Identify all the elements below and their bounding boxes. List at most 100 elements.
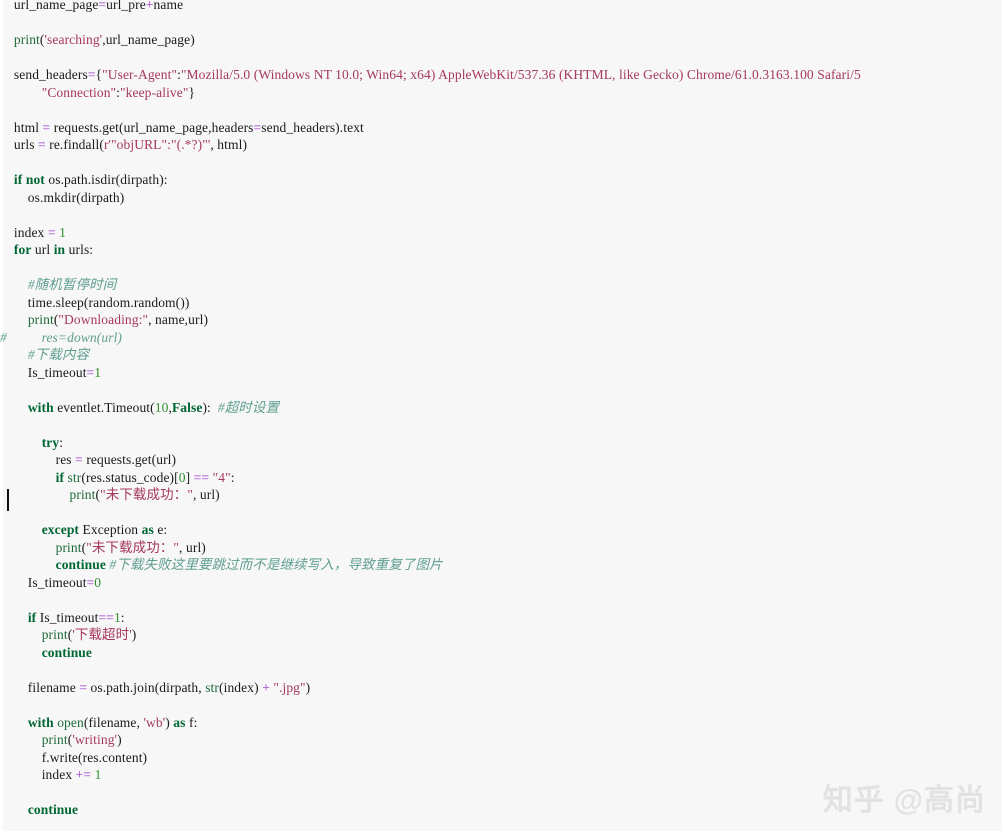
code-token: not — [25, 172, 45, 187]
code-line[interactable] — [0, 49, 1004, 67]
code-line[interactable]: #随机暂停时间 — [0, 276, 1004, 294]
code-token: == — [193, 469, 210, 485]
code-token: 10 — [154, 399, 169, 415]
code-token: urls — [0, 137, 39, 152]
code-line[interactable] — [0, 416, 1004, 434]
code-token: ".jpg" — [273, 679, 306, 695]
code-token: with — [27, 399, 54, 415]
code-line[interactable]: res = requests.get(url) — [0, 451, 1004, 469]
code-line[interactable] — [0, 696, 1004, 714]
code-line[interactable]: print('searching',url_name_page) — [0, 31, 1004, 49]
code-line[interactable]: index += 1 — [0, 766, 1004, 784]
code-line[interactable]: "Connection":"keep-alive"} — [0, 84, 1004, 102]
code-line[interactable]: os.mkdir(dirpath) — [0, 189, 1004, 207]
code-line[interactable]: #下载内容 — [0, 346, 1004, 364]
code-token: (res.status_code)[ — [81, 469, 179, 485]
code-line[interactable]: with open(filename, 'wb') as f: — [0, 714, 1004, 732]
code-token: if — [55, 469, 65, 485]
code-line[interactable]: index = 1 — [0, 224, 1004, 242]
code-token: send_headers — [0, 67, 88, 82]
code-token: ) — [117, 732, 122, 747]
code-token: try — [41, 434, 60, 450]
code-line[interactable] — [0, 504, 1004, 522]
code-token: 1 — [94, 767, 102, 782]
code-line[interactable] — [0, 206, 1004, 224]
code-token: if — [27, 609, 37, 625]
code-line[interactable]: send_headers={"User-Agent":"Mozilla/5.0 … — [0, 66, 1004, 84]
code-token: urls: — [65, 242, 94, 257]
code-token: = — [47, 224, 56, 240]
code-text-area[interactable]: url_name_page=url_pre+name print('search… — [0, 0, 1004, 831]
code-line[interactable]: print("未下载成功：", url) — [0, 539, 1004, 557]
code-token: #随机暂停时间 — [27, 277, 117, 292]
code-token: False — [171, 399, 203, 415]
code-token: 'writing' — [72, 732, 118, 747]
code-line[interactable]: except Exception as e: — [0, 521, 1004, 539]
code-editor[interactable]: url_name_page=url_pre+name print('search… — [0, 0, 1004, 831]
code-token: (index) — [219, 679, 263, 695]
code-token: # — [0, 329, 7, 345]
code-line[interactable]: # res=down(url) — [0, 329, 1004, 347]
code-token: ,url_name_page) — [102, 32, 195, 47]
code-line[interactable] — [0, 591, 1004, 609]
code-token: ] — [185, 469, 194, 485]
code-line[interactable]: with eventlet.Timeout(10,False): #超时设置 — [0, 399, 1004, 417]
code-line[interactable]: print("未下载成功：", url) — [0, 486, 1004, 504]
code-line[interactable] — [0, 259, 1004, 277]
code-token: "Mozilla/5.0 (Windows NT 10.0; Win64; x6… — [180, 67, 861, 82]
code-line[interactable] — [0, 14, 1004, 32]
code-line[interactable]: urls = re.findall(r'"objURL":"(.*?)"', h… — [0, 136, 1004, 154]
code-line[interactable]: for url in urls: — [0, 241, 1004, 259]
code-line[interactable]: time.sleep(random.random()) — [0, 294, 1004, 312]
code-line[interactable] — [0, 661, 1004, 679]
code-line[interactable]: Is_timeout=1 — [0, 364, 1004, 382]
code-token: ): — [202, 399, 218, 415]
code-line[interactable]: try: — [0, 434, 1004, 452]
code-token: as — [173, 714, 186, 730]
code-token: (filename, — [83, 714, 144, 730]
code-line[interactable] — [0, 819, 1004, 831]
code-line[interactable]: filename = os.path.join(dirpath, str(ind… — [0, 679, 1004, 697]
code-line[interactable]: html = requests.get(url_name_page,header… — [0, 119, 1004, 137]
code-token: os.mkdir(dirpath) — [0, 189, 125, 205]
code-line[interactable]: print('下载超时') — [0, 626, 1004, 644]
code-token: str — [67, 469, 82, 485]
code-token: filename — [0, 679, 80, 695]
code-token: f: — [185, 714, 198, 730]
code-token: = — [79, 679, 88, 695]
code-token: res=down(url) — [41, 329, 123, 345]
code-line[interactable] — [0, 154, 1004, 172]
code-token: os.path.isdir(dirpath): — [44, 172, 168, 187]
code-line[interactable]: if Is_timeout==1: — [0, 609, 1004, 627]
code-token: #下载失败这里要跳过而不是继续写入，导致重复了图片 — [109, 557, 443, 572]
code-line[interactable]: url_name_page=url_pre+name — [0, 0, 1004, 14]
code-line[interactable]: f.write(res.content) — [0, 749, 1004, 767]
code-line[interactable]: print("Downloading:", name,url) — [0, 311, 1004, 329]
code-token: index — [0, 224, 48, 240]
code-line[interactable]: if str(res.status_code)[0] == "4": — [0, 469, 1004, 487]
code-line[interactable]: continue #下载失败这里要跳过而不是继续写入，导致重复了图片 — [0, 556, 1004, 574]
code-token: open — [57, 714, 84, 730]
code-token: except — [41, 522, 80, 537]
code-token: , name,url) — [148, 312, 209, 327]
code-line[interactable] — [0, 381, 1004, 399]
code-line[interactable] — [0, 784, 1004, 802]
code-line[interactable]: print('writing') — [0, 731, 1004, 749]
code-line[interactable]: continue — [0, 801, 1004, 819]
code-line[interactable]: if not os.path.isdir(dirpath): — [0, 171, 1004, 189]
code-line[interactable]: continue — [0, 644, 1004, 662]
code-line[interactable] — [0, 101, 1004, 119]
code-token: requests.get(url_name_page,headers — [50, 119, 254, 135]
code-token: continue — [41, 644, 93, 660]
code-token: "未下载成功：" — [100, 487, 193, 502]
code-line[interactable]: Is_timeout=0 — [0, 574, 1004, 592]
